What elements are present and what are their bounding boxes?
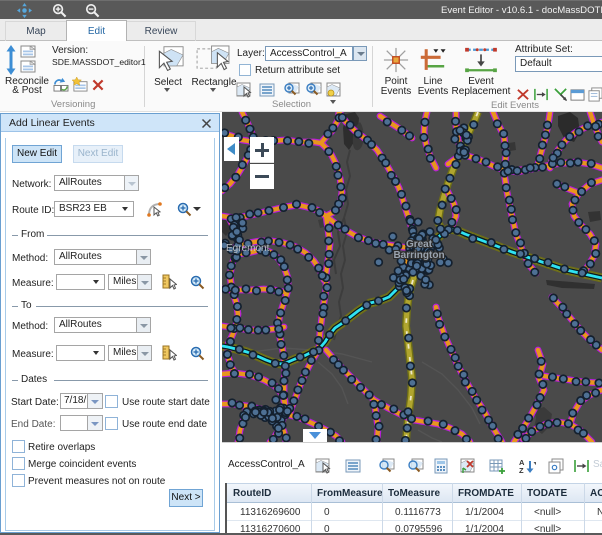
svg-text:Z: Z [519,466,524,474]
svg-text:Barrington: Barrington [393,250,444,261]
svg-text:Egremont: Egremont [226,243,270,254]
svg-text:Great: Great [406,239,433,250]
